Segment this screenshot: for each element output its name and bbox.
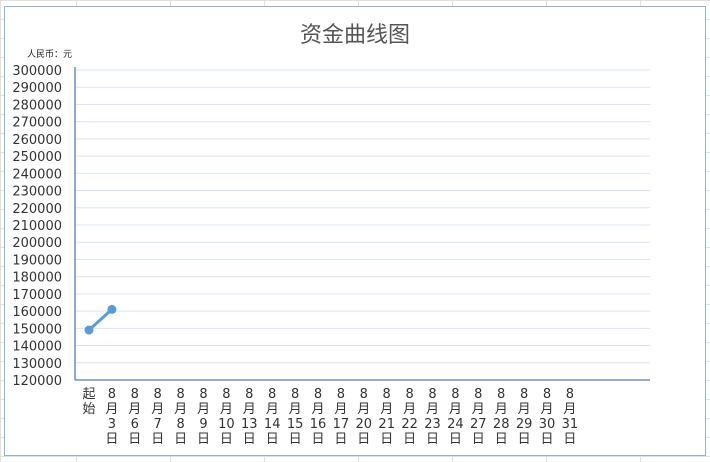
- y-tick-label: 280000: [12, 98, 62, 113]
- y-tick-label: 220000: [12, 202, 62, 217]
- x-tick-label: 8 月 24 日: [447, 387, 464, 447]
- series-line: [87, 307, 114, 332]
- x-tick-label: 8 月 31 日: [562, 387, 579, 447]
- y-tick-label: 130000: [12, 357, 62, 372]
- x-tick-label: 8 月 16 日: [310, 387, 327, 447]
- x-tick-label: 8 月 13 日: [241, 387, 258, 447]
- line-chart: 资金曲线图 人民币：元 120000 130000 140000 150000 1600…: [12, 23, 650, 447]
- y-tick-label: 180000: [12, 271, 62, 286]
- x-tick-label: 8 月 20 日: [356, 387, 373, 447]
- data-point[interactable]: [107, 304, 117, 314]
- y-tick-label: 190000: [12, 253, 62, 268]
- x-tick-label: 8 月 23 日: [424, 387, 441, 447]
- y-tick-label: 200000: [12, 236, 62, 251]
- y-tick-label: 160000: [12, 305, 62, 320]
- x-tick-label: 8 月 10 日: [218, 387, 235, 447]
- chart-area[interactable]: 资金曲线图 人民币：元 120000 130000 140000 150000 1600…: [4, 6, 706, 456]
- y-tick-label: 170000: [12, 288, 62, 303]
- x-tick-label: 8 月 21 日: [378, 387, 395, 447]
- x-tick-label: 8 月 28 日: [493, 387, 510, 447]
- x-tick-label: 起始: [82, 387, 95, 417]
- y-tick-label: 240000: [12, 167, 62, 182]
- x-tick-label: 8 月 29 日: [516, 387, 533, 447]
- y-axis-unit-label: 人民币：元: [27, 49, 72, 60]
- x-tick-label: 8月7日: [151, 387, 164, 447]
- x-tick-label: 8月6日: [128, 387, 141, 447]
- data-point[interactable]: [84, 325, 94, 335]
- x-tick-label: 8 月 22 日: [401, 387, 418, 447]
- y-tick-label: 300000: [12, 64, 62, 79]
- y-tick-label: 260000: [12, 133, 62, 148]
- y-tick-label: 250000: [12, 150, 62, 165]
- x-tick-label: 8 月 17 日: [333, 387, 350, 447]
- x-tick-label: 8 月 15 日: [287, 387, 304, 447]
- x-tick-label: 8月8日: [174, 387, 187, 447]
- y-tick-label: 140000: [12, 340, 62, 355]
- y-tick-label: 290000: [12, 81, 62, 96]
- chart-title: 资金曲线图: [300, 23, 410, 48]
- y-tick-label: 120000: [12, 374, 62, 389]
- x-tick-label: 8 月 30 日: [539, 387, 556, 447]
- x-tick-label: 8 月 14 日: [264, 387, 281, 447]
- x-tick-label: 8月3日: [105, 387, 118, 447]
- y-tick-label: 210000: [12, 219, 62, 234]
- y-tick-label: 270000: [12, 116, 62, 131]
- y-tick-label: 230000: [12, 185, 62, 200]
- x-tick-label: 8月9日: [197, 387, 210, 447]
- x-tick-label: 8 月 27 日: [470, 387, 487, 447]
- y-tick-label: 150000: [12, 322, 62, 337]
